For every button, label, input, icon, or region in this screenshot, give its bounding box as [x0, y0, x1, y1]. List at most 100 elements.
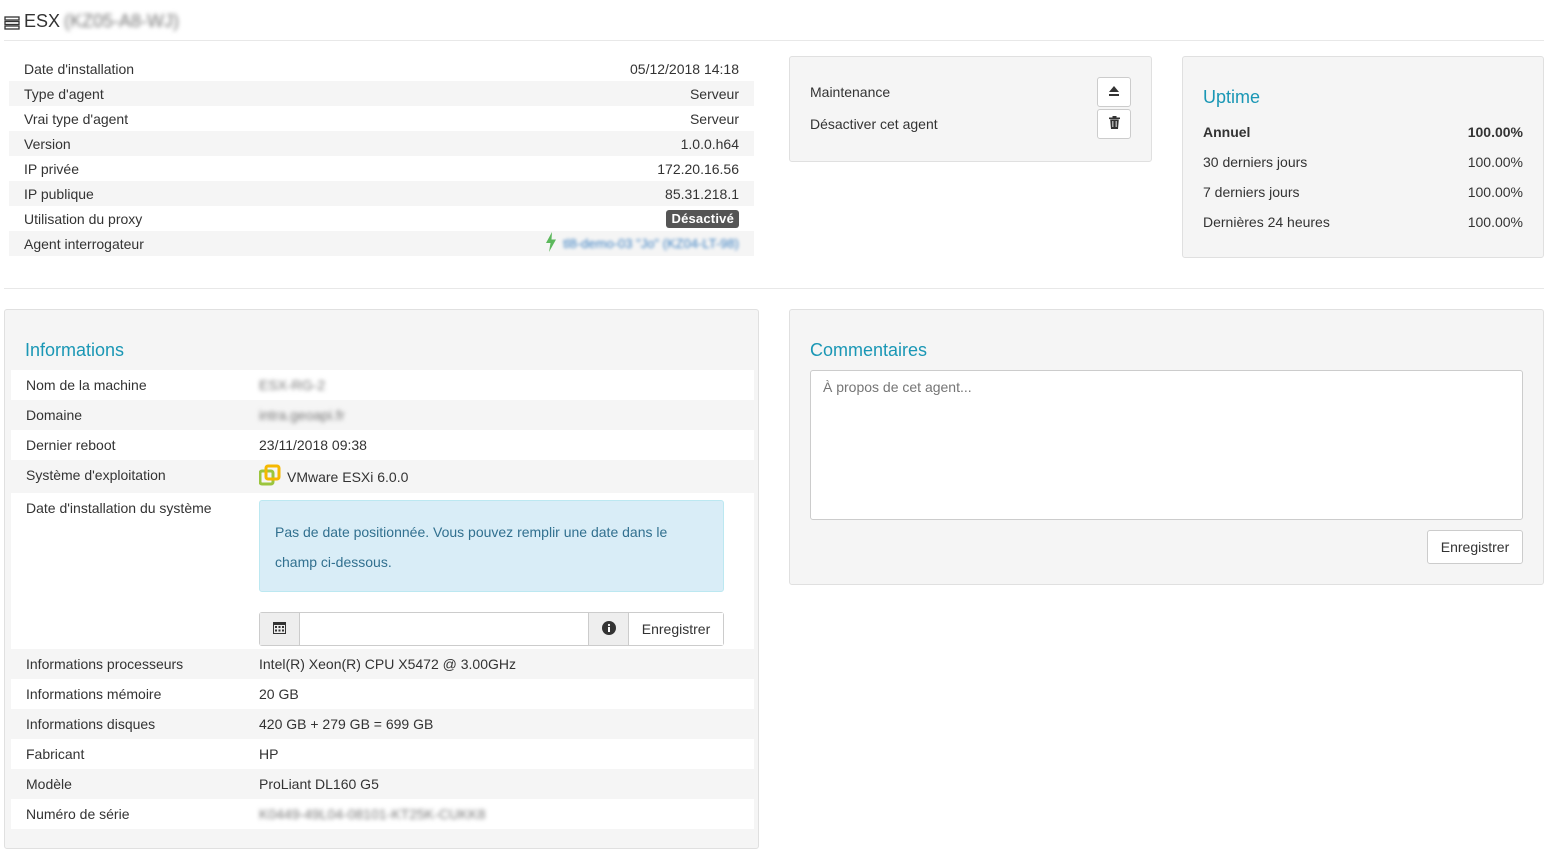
row-label: Modèle: [26, 776, 72, 792]
uptime-value: 100.00%: [1467, 124, 1523, 140]
alert-text: Pas de date positionnée. Vous pouvez rem…: [275, 524, 668, 570]
info-button[interactable]: [588, 613, 628, 645]
row-value: Serveur: [689, 85, 739, 102]
maintenance-button[interactable]: [1097, 77, 1131, 107]
row-label: Utilisation du proxy: [24, 210, 143, 227]
row-label: Informations disques: [26, 716, 156, 732]
informations-table: Nom de la machine ESX-RG-2 Domaine intra…: [11, 370, 754, 829]
bolt-icon: [545, 232, 557, 255]
calendar-icon: [273, 621, 286, 637]
domain-value: intra.geoapi.fr: [259, 407, 345, 423]
table-row: Dernier reboot 23/11/2018 09:38: [11, 430, 754, 460]
table-row: Modèle ProLiant DL160 G5: [11, 769, 754, 799]
polling-agent-link[interactable]: tl8-demo-03 "Jo" (KZ04-LT-98): [563, 236, 739, 251]
row-value: 172.20.16.56: [657, 160, 739, 177]
uptime-row: Annuel 100.00%: [1203, 124, 1523, 140]
maintenance-label: Maintenance: [810, 84, 891, 100]
memory-value: 20 GB: [259, 686, 299, 702]
install-date-input[interactable]: [300, 613, 588, 645]
agent-summary-table: Date d'installation 05/12/2018 14:18 Typ…: [9, 56, 754, 256]
uptime-label: Dernières 24 heures: [1203, 214, 1330, 230]
serial-value: K0449-49L04-08101-KT25K-CUKK8: [259, 806, 486, 822]
summary-row: Vrai type d'agent Serveur: [9, 106, 754, 131]
row-label: Informations processeurs: [26, 656, 184, 672]
cpu-value: Intel(R) Xeon(R) CPU X5472 @ 3.00GHz: [259, 656, 516, 672]
info-alert: Pas de date positionnée. Vous pouvez rem…: [259, 500, 724, 592]
row-label: Date d'installation: [24, 60, 135, 77]
row-label: Agent interrogateur: [24, 235, 144, 252]
uptime-value: 100.00%: [1467, 214, 1523, 230]
informations-title: Informations: [25, 340, 125, 360]
uptime-label: 30 derniers jours: [1203, 154, 1308, 170]
comments-panel: Commentaires Enregistrer: [789, 309, 1544, 585]
row-label: Dernier reboot: [26, 437, 116, 453]
comments-title: Commentaires: [810, 340, 928, 360]
proxy-status-badge: Désactivé: [666, 209, 739, 228]
table-row: Informations mémoire 20 GB: [11, 679, 754, 709]
row-label: Numéro de série: [26, 806, 130, 822]
disable-agent-button[interactable]: [1097, 109, 1131, 139]
vmware-icon: [258, 464, 281, 489]
model-value: ProLiant DL160 G5: [259, 776, 379, 792]
last-reboot-value: 23/11/2018 09:38: [259, 437, 367, 453]
page-title: ESX (KZ05-A8-WJ): [4, 6, 179, 36]
uptime-value: 100.00%: [1467, 154, 1523, 170]
eject-icon: [1108, 84, 1120, 100]
comment-textarea[interactable]: [810, 370, 1523, 520]
summary-row: Version 1.0.0.h64: [9, 131, 754, 156]
agent-name: ESX: [24, 10, 61, 31]
table-row: Date d'installation du système Pas de da…: [11, 493, 754, 649]
info-icon: [601, 620, 616, 638]
row-label: Nom de la machine: [26, 377, 147, 393]
uptime-label: Annuel: [1203, 124, 1251, 140]
row-label: Date d'installation du système: [26, 500, 212, 516]
divider: [4, 40, 1544, 41]
install-date-group: Enregistrer: [259, 612, 724, 646]
uptime-label: 7 derniers jours: [1203, 184, 1300, 200]
trash-icon: [1108, 116, 1120, 132]
summary-row: Utilisation du proxy Désactivé: [9, 206, 754, 231]
table-row: Domaine intra.geoapi.fr: [11, 400, 754, 430]
agent-actions-panel: Maintenance Désactiver cet agent: [789, 56, 1152, 162]
table-row: Fabricant HP: [11, 739, 754, 769]
row-label: Fabricant: [26, 746, 85, 762]
divider: [4, 288, 1544, 289]
informations-panel: Informations Nom de la machine ESX-RG-2 …: [4, 309, 759, 849]
uptime-row: 30 derniers jours 100.00%: [1203, 154, 1523, 170]
uptime-value: 100.00%: [1467, 184, 1523, 200]
uptime-title: Uptime: [1203, 87, 1261, 107]
save-comment-button[interactable]: Enregistrer: [1427, 530, 1523, 564]
row-label: IP publique: [24, 185, 94, 202]
uptime-row: 7 derniers jours 100.00%: [1203, 184, 1523, 200]
agent-hostname: (KZ05-A8-WJ): [64, 10, 180, 31]
row-label: Version: [24, 135, 71, 152]
row-value: 85.31.218.1: [665, 185, 739, 202]
table-row: Nom de la machine ESX-RG-2: [11, 370, 754, 400]
table-row: Informations processeurs Intel(R) Xeon(R…: [11, 649, 754, 679]
os-value: VMware ESXi 6.0.0: [287, 468, 409, 485]
summary-row: Date d'installation 05/12/2018 14:18: [9, 56, 754, 81]
row-label: Type d'agent: [24, 85, 104, 102]
row-label: Vrai type d'agent: [24, 110, 129, 127]
save-install-date-button[interactable]: Enregistrer: [628, 613, 723, 645]
summary-row: IP privée 172.20.16.56: [9, 156, 754, 181]
server-icon: [4, 14, 20, 30]
disable-agent-label: Désactiver cet agent: [810, 116, 938, 132]
calendar-button[interactable]: [260, 613, 300, 645]
row-value: Serveur: [689, 110, 739, 127]
uptime-row: Dernières 24 heures 100.00%: [1203, 214, 1523, 230]
summary-row: Type d'agent Serveur: [9, 81, 754, 106]
table-row: Système d'exploitation VMware ESXi 6.0.0: [11, 460, 754, 493]
summary-row: Agent interrogateur tl8-demo-03 "Jo" (KZ…: [9, 231, 754, 256]
uptime-panel: Uptime Annuel 100.00% 30 derniers jours …: [1182, 56, 1544, 258]
row-value: 1.0.0.h64: [680, 135, 739, 152]
row-label: IP privée: [24, 160, 79, 177]
row-label: Système d'exploitation: [26, 467, 166, 483]
disk-value: 420 GB + 279 GB = 699 GB: [259, 716, 434, 732]
manufacturer-value: HP: [259, 746, 279, 762]
table-row: Numéro de série K0449-49L04-08101-KT25K-…: [11, 799, 754, 829]
row-label: Domaine: [26, 407, 83, 423]
machine-name-value: ESX-RG-2: [259, 377, 326, 393]
table-row: Informations disques 420 GB + 279 GB = 6…: [11, 709, 754, 739]
row-value: 05/12/2018 14:18: [630, 60, 739, 77]
